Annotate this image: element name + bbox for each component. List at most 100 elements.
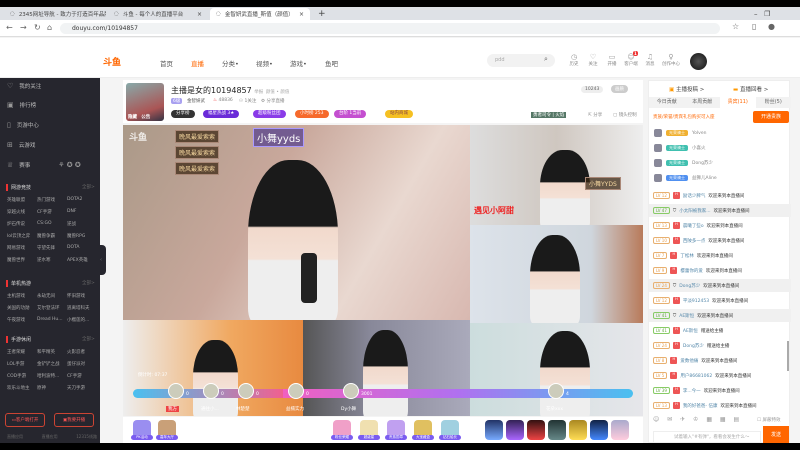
creator-center-button[interactable]: ♀ 创作中心 <box>660 53 682 67</box>
start-stream-button[interactable]: ▭ 开播 <box>603 53 621 67</box>
sidebar-game-link[interactable]: COD手游 <box>7 373 37 379</box>
pk-seat-avatar[interactable] <box>288 383 304 399</box>
sidebar-game-link[interactable]: 和平精英 <box>37 349 67 355</box>
more-link[interactable]: 全部> <box>82 184 95 190</box>
chat-username[interactable]: 丁松林 <box>680 253 694 259</box>
sidebar-item-cloudgame[interactable]: ⊞ 云游戏 <box>7 141 35 149</box>
chat-username[interactable]: Dong苏少 <box>683 343 704 349</box>
chat-scrollbar[interactable] <box>787 341 789 371</box>
sidebar-game-link[interactable]: 午夜游戏 <box>7 317 37 323</box>
sidebar-game-link[interactable]: 怀旧游戏 <box>67 293 97 299</box>
sidebar-item-events[interactable]: ♕ 赛事 ⚘ ✪ ✪ <box>7 161 81 169</box>
sidebar-game-link[interactable]: Dread Hu... <box>37 317 67 323</box>
more-link[interactable]: 全部> <box>82 280 95 286</box>
streamer-thumbnail[interactable]: 隐藏 公告 <box>126 83 164 121</box>
forward-icon[interactable]: → <box>20 23 27 32</box>
sidebar-game-link[interactable]: 网易游戏 <box>7 245 37 251</box>
vip-row[interactable]: 光荣骑士 Yolven <box>654 129 706 137</box>
minimize-button[interactable]: – ❐ <box>748 8 776 20</box>
sidebar-game-link[interactable]: 王者荣耀 <box>7 349 37 355</box>
sidebar-game-link[interactable]: 关国的功勋 <box>7 305 37 311</box>
nav-home[interactable]: 首页 <box>160 58 173 68</box>
gift-item[interactable] <box>527 420 545 440</box>
share-button[interactable]: ⇱ 分享 <box>588 112 602 118</box>
sidebar-game-link[interactable]: 逆战 <box>67 221 97 227</box>
pk-seat-avatar[interactable] <box>203 383 219 399</box>
browser-tab[interactable]: ◌2345网址导航 - 致力于打造百年品牌× <box>4 8 106 20</box>
back-icon[interactable]: ← <box>6 23 13 32</box>
sidebar-item-ranking[interactable]: ▣ 排行榜 <box>7 101 36 109</box>
sidebar-game-link[interactable]: 金铲铲之战 <box>37 361 67 367</box>
chat-username[interactable]: 李...今一 <box>683 388 701 394</box>
sidebar-game-link[interactable]: 欢乐斗地主 <box>7 385 37 391</box>
sidebar-collapse-toggle[interactable]: ‹ <box>100 245 106 275</box>
user-avatar[interactable] <box>690 53 707 70</box>
chat-username[interactable]: Dong苏少 <box>679 283 700 289</box>
pk-seat-avatar[interactable] <box>168 383 184 399</box>
pk-activity-button[interactable]: PK活动 <box>131 420 153 440</box>
tab-week[interactable]: 本周贡献 <box>685 97 721 108</box>
vip-row[interactable]: 光荣骑士 小喜火 <box>654 144 706 152</box>
nav-category[interactable]: 分类• <box>222 58 239 68</box>
reload-icon[interactable]: ↻ <box>34 23 41 32</box>
sidebar-game-link[interactable]: 穿越火线 <box>7 209 37 215</box>
more-link[interactable]: 全部> <box>82 336 95 342</box>
chat-username[interactable]: AE斯恒 <box>679 313 694 319</box>
gift-item[interactable] <box>485 420 503 440</box>
sidebar-game-link[interactable]: 原神 <box>37 385 67 391</box>
sidebar-game-link[interactable]: DNF <box>67 209 97 215</box>
camera-control-button[interactable]: ▢ 镜头控制 <box>613 112 637 118</box>
pk-seat-avatar[interactable] <box>343 383 359 399</box>
send-button[interactable]: 发送 40 <box>763 426 789 444</box>
tab-vip[interactable]: 贵宾(11) <box>720 97 756 108</box>
rank-badge[interactable]: 站内商城 <box>385 110 413 118</box>
chat-username[interactable]: 晨曦了些o <box>683 223 704 229</box>
browser-tab-active[interactable]: ◌ 金智妍武直播_斯值（颜值） × <box>210 8 310 20</box>
sidebar-game-link[interactable]: 炉石传说 <box>7 221 37 227</box>
chat-toolbar[interactable]: ☺ ✉ ✈ ♔ ▦ ▦ ▤ <box>653 416 742 423</box>
sidebar-game-link[interactable]: DOTA2 <box>67 197 97 203</box>
chat-username[interactable]: 我的好爸爸- 伍康 <box>683 403 718 409</box>
chat-username[interactable]: 小太阳被我家... <box>679 208 710 214</box>
client-button[interactable]: ☺ 客户端 1 <box>622 51 640 67</box>
sidebar-game-link[interactable]: 蛋仔派对 <box>67 361 97 367</box>
sidebar-game-link[interactable]: APEX英雄 <box>67 257 97 263</box>
replay-link[interactable]: ▬ 直播回看 > <box>733 85 768 93</box>
sidebar-game-link[interactable]: lol云顶之弈 <box>7 233 37 239</box>
sidebar-game-link[interactable]: 逆水寒 <box>37 257 67 263</box>
gift-item[interactable]: 大宝藏盒 <box>412 420 434 440</box>
sidebar-game-link[interactable]: 艾尔登法环 <box>37 305 67 311</box>
sidebar-game-link[interactable]: 主机游戏 <box>7 293 37 299</box>
douyu-logo[interactable]: 斗鱼 <box>103 55 121 68</box>
sidebar-game-link[interactable]: 魔兽世界 <box>7 257 37 263</box>
streamer-posts-link[interactable]: ▣ 主播投稿 > <box>669 85 704 93</box>
url-input[interactable]: douyu.com/10194857 <box>60 23 720 34</box>
home-icon[interactable]: ⌂ <box>47 23 52 32</box>
sidebar-item-webgames[interactable]: ▯ 页游中心 <box>7 121 39 129</box>
sidebar-game-link[interactable]: CF手游 <box>37 209 67 215</box>
rank-badge[interactable]: 分享榜 <box>171 110 195 118</box>
nav-yuba[interactable]: 鱼吧 <box>325 58 338 68</box>
bookmark-star-icon[interactable]: ☆ <box>732 22 739 31</box>
start-stream-button[interactable]: ▣ 我要开播 <box>54 413 94 427</box>
sidebar-game-link[interactable]: 逃离塔科夫 <box>67 305 97 311</box>
sidebar-game-link[interactable]: 英雄联盟 <box>7 197 37 203</box>
vip-row[interactable]: 光荣骑士 益狮儿Aline <box>654 174 717 182</box>
nav-games[interactable]: 游戏• <box>290 58 307 68</box>
sidebar-game-link[interactable]: 哈利波特... <box>37 373 67 379</box>
sidebar-game-link[interactable]: CS:GO <box>37 221 67 227</box>
vip-row[interactable]: 光荣骑士 Dong苏少 <box>654 159 713 167</box>
chat-username[interactable]: 爱数他痛 <box>680 358 698 364</box>
tab-today[interactable]: 今日贡献 <box>649 97 685 108</box>
messages-button[interactable]: ♫ 消息 <box>641 53 659 67</box>
gift-item[interactable] <box>590 420 608 440</box>
gift-item[interactable]: 粉丝荣耀 <box>331 420 353 440</box>
pk-seat-avatar[interactable] <box>548 383 564 399</box>
rank-badge[interactable]: 福星热战 3★ <box>203 110 240 118</box>
sidebar-game-link[interactable]: DOTA <box>67 245 97 251</box>
open-noble-button[interactable]: 开通贵族 <box>753 111 789 123</box>
sidepanel-icon[interactable]: ▯ <box>752 22 756 31</box>
quality-select[interactable]: 画质 <box>611 85 628 93</box>
gift-item[interactable] <box>569 420 587 440</box>
sidebar-game-link[interactable]: 热门游戏 <box>37 197 67 203</box>
